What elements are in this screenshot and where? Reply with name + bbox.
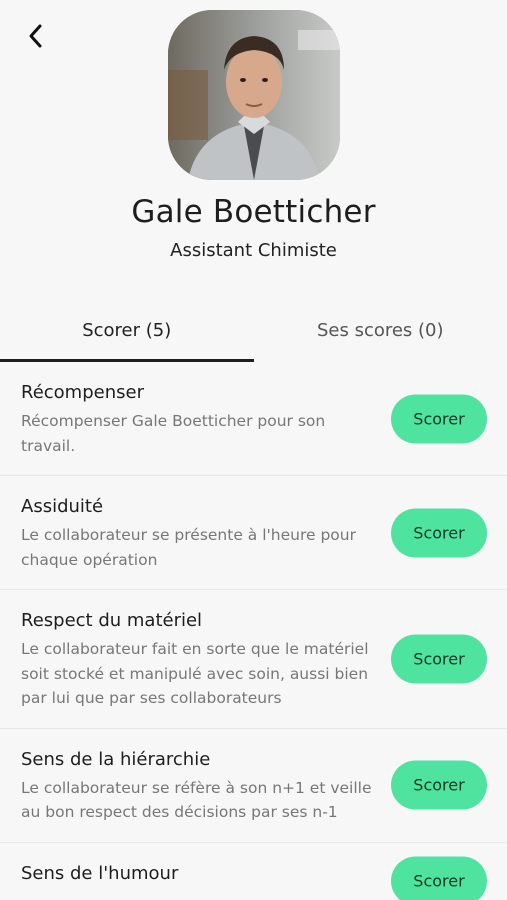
avatar	[168, 10, 340, 180]
score-button[interactable]: Scorer	[391, 508, 487, 557]
back-button[interactable]	[20, 20, 52, 52]
item-description: Le collaborateur se présente à l'heure p…	[21, 526, 356, 569]
tab-scorer[interactable]: Scorer (5)	[0, 306, 254, 362]
item-title: Respect du matériel	[21, 610, 203, 631]
list-item: Assiduité Le collaborateur se présente à…	[0, 476, 507, 590]
item-description: Le collaborateur se réfère à son n+1 et …	[21, 778, 372, 822]
item-title: Sens de l'humour	[21, 862, 179, 884]
score-button[interactable]: Scorer	[391, 856, 487, 900]
item-title: Assiduité	[21, 496, 104, 517]
item-description: Le collaborateur fait en sorte que le ma…	[21, 640, 369, 707]
item-title: Récompenser	[21, 382, 144, 403]
item-description: Récompenser Gale Boetticher pour son tra…	[21, 412, 326, 455]
chevron-left-icon	[29, 24, 42, 48]
score-button[interactable]: Scorer	[391, 394, 487, 443]
item-title: Sens de la hiérarchie	[21, 748, 211, 770]
tab-ses-scores[interactable]: Ses scores (0)	[254, 306, 507, 362]
criteria-list: Récompenser Récompenser Gale Boetticher …	[0, 362, 507, 900]
score-button[interactable]: Scorer	[391, 760, 487, 810]
tab-label: Ses scores (0)	[316, 319, 444, 341]
list-item: Récompenser Récompenser Gale Boetticher …	[0, 362, 507, 476]
list-item: Sens de l'humour Scorer	[0, 843, 507, 900]
list-item: Respect du matériel Le collaborateur fai…	[0, 590, 507, 729]
profile-name: Gale Boetticher	[131, 194, 376, 230]
score-button[interactable]: Scorer	[391, 634, 487, 684]
tab-label: Scorer (5)	[82, 319, 172, 341]
tab-bar: Scorer (5) Ses scores (0)	[0, 306, 507, 362]
profile-role: Assistant Chimiste	[170, 240, 337, 261]
list-item: Sens de la hiérarchie Le collaborateur s…	[0, 729, 507, 843]
